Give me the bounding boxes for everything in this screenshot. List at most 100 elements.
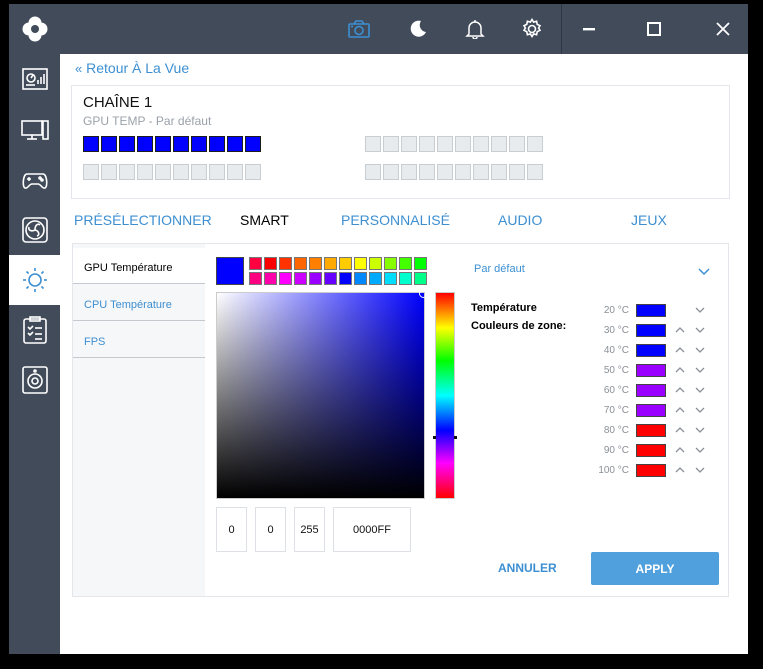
hex-value-input[interactable]: 0000FF xyxy=(333,507,411,552)
led[interactable] xyxy=(473,164,489,180)
notifications-button[interactable] xyxy=(455,4,495,54)
blue-value-input[interactable]: 255 xyxy=(294,507,325,552)
sensor-fps[interactable]: FPS xyxy=(73,322,205,358)
palette-swatch[interactable] xyxy=(249,257,262,270)
zone-color-swatch[interactable] xyxy=(636,304,666,317)
palette-swatch[interactable] xyxy=(264,257,277,270)
palette-swatch[interactable] xyxy=(324,257,337,270)
zone-color-swatch[interactable] xyxy=(636,424,666,437)
led[interactable] xyxy=(365,136,381,152)
camera-button[interactable] xyxy=(339,4,379,54)
led[interactable] xyxy=(383,136,399,152)
settings-button[interactable] xyxy=(512,4,552,54)
tab-smart[interactable]: SMART xyxy=(240,212,289,228)
tab-preset[interactable]: PRÉSÉLECTIONNER xyxy=(74,212,212,228)
chevron-up-icon[interactable] xyxy=(673,323,687,337)
led[interactable] xyxy=(437,164,453,180)
sidebar-item-gaming[interactable] xyxy=(9,155,60,205)
chevron-up-icon[interactable] xyxy=(673,443,687,457)
palette-swatch[interactable] xyxy=(354,257,367,270)
palette-swatch[interactable] xyxy=(354,272,367,285)
night-mode-button[interactable] xyxy=(398,4,438,54)
palette-swatch[interactable] xyxy=(309,272,322,285)
chevron-down-icon[interactable] xyxy=(693,443,707,457)
palette-swatch[interactable] xyxy=(399,272,412,285)
chevron-down-icon[interactable] xyxy=(693,323,707,337)
zone-color-swatch[interactable] xyxy=(636,384,666,397)
zone-color-swatch[interactable] xyxy=(636,444,666,457)
sidebar-item-audio[interactable] xyxy=(9,355,60,405)
sidebar-item-dashboard[interactable] xyxy=(9,55,60,105)
palette-swatch[interactable] xyxy=(324,272,337,285)
chevron-down-icon[interactable] xyxy=(693,343,707,357)
chevron-down-icon[interactable] xyxy=(693,423,707,437)
led[interactable] xyxy=(419,164,435,180)
led[interactable] xyxy=(119,164,135,180)
red-value-input[interactable]: 0 xyxy=(216,507,247,552)
zone-color-swatch[interactable] xyxy=(636,404,666,417)
palette-swatch[interactable] xyxy=(294,257,307,270)
led[interactable] xyxy=(527,164,543,180)
chevron-down-icon[interactable] xyxy=(693,303,707,317)
palette-swatch[interactable] xyxy=(339,272,352,285)
led[interactable] xyxy=(437,136,453,152)
led[interactable] xyxy=(245,136,261,152)
picker-handle[interactable] xyxy=(419,289,428,298)
tab-games[interactable]: JEUX xyxy=(631,212,667,228)
palette-swatch[interactable] xyxy=(384,257,397,270)
led[interactable] xyxy=(383,164,399,180)
led[interactable] xyxy=(401,136,417,152)
chevron-down-icon[interactable] xyxy=(693,363,707,377)
zone-color-swatch[interactable] xyxy=(636,324,666,337)
palette-swatch[interactable] xyxy=(414,257,427,270)
chevron-up-icon[interactable] xyxy=(673,363,687,377)
close-button[interactable] xyxy=(701,4,745,54)
led[interactable] xyxy=(527,136,543,152)
minimize-button[interactable] xyxy=(567,4,611,54)
chevron-up-icon[interactable] xyxy=(673,423,687,437)
palette-swatch[interactable] xyxy=(294,272,307,285)
sensor-cpu-temperature[interactable]: CPU Température xyxy=(73,285,205,321)
apply-button[interactable]: APPLY xyxy=(591,552,719,585)
led[interactable] xyxy=(155,136,171,152)
tab-audio[interactable]: AUDIO xyxy=(498,212,542,228)
zone-color-swatch[interactable] xyxy=(636,464,666,477)
tab-custom[interactable]: PERSONNALISÉ xyxy=(341,212,450,228)
palette-swatch[interactable] xyxy=(309,257,322,270)
maximize-button[interactable] xyxy=(632,4,676,54)
chevron-down-icon[interactable] xyxy=(698,263,710,281)
palette-swatch[interactable] xyxy=(264,272,277,285)
hue-slider[interactable] xyxy=(433,292,457,499)
palette-swatch[interactable] xyxy=(279,272,292,285)
led[interactable] xyxy=(491,136,507,152)
led[interactable] xyxy=(227,164,243,180)
led[interactable] xyxy=(401,164,417,180)
sidebar-item-monitor[interactable] xyxy=(9,105,60,155)
sensor-gpu-temperature[interactable]: GPU Température xyxy=(73,248,205,284)
led[interactable] xyxy=(209,164,225,180)
led[interactable] xyxy=(227,136,243,152)
sidebar-item-lighting[interactable] xyxy=(9,255,60,305)
led[interactable] xyxy=(173,164,189,180)
chevron-down-icon[interactable] xyxy=(693,383,707,397)
chevron-up-icon[interactable] xyxy=(673,403,687,417)
palette-swatch[interactable] xyxy=(414,272,427,285)
palette-swatch[interactable] xyxy=(339,257,352,270)
saturation-value-picker[interactable] xyxy=(216,289,428,499)
chevron-up-icon[interactable] xyxy=(673,343,687,357)
logo-icon[interactable] xyxy=(9,4,60,54)
zone-color-swatch[interactable] xyxy=(636,344,666,357)
led[interactable] xyxy=(491,164,507,180)
led[interactable] xyxy=(119,136,135,152)
led[interactable] xyxy=(473,136,489,152)
led[interactable] xyxy=(83,136,99,152)
led[interactable] xyxy=(101,136,117,152)
led[interactable] xyxy=(209,136,225,152)
sidebar-item-checklist[interactable] xyxy=(9,305,60,355)
led[interactable] xyxy=(155,164,171,180)
green-value-input[interactable]: 0 xyxy=(255,507,286,552)
chevron-up-icon[interactable] xyxy=(673,383,687,397)
preset-dropdown[interactable]: Par défaut xyxy=(474,263,714,275)
back-link[interactable]: « Retour À La Vue xyxy=(75,60,189,76)
chevron-down-icon[interactable] xyxy=(693,463,707,477)
